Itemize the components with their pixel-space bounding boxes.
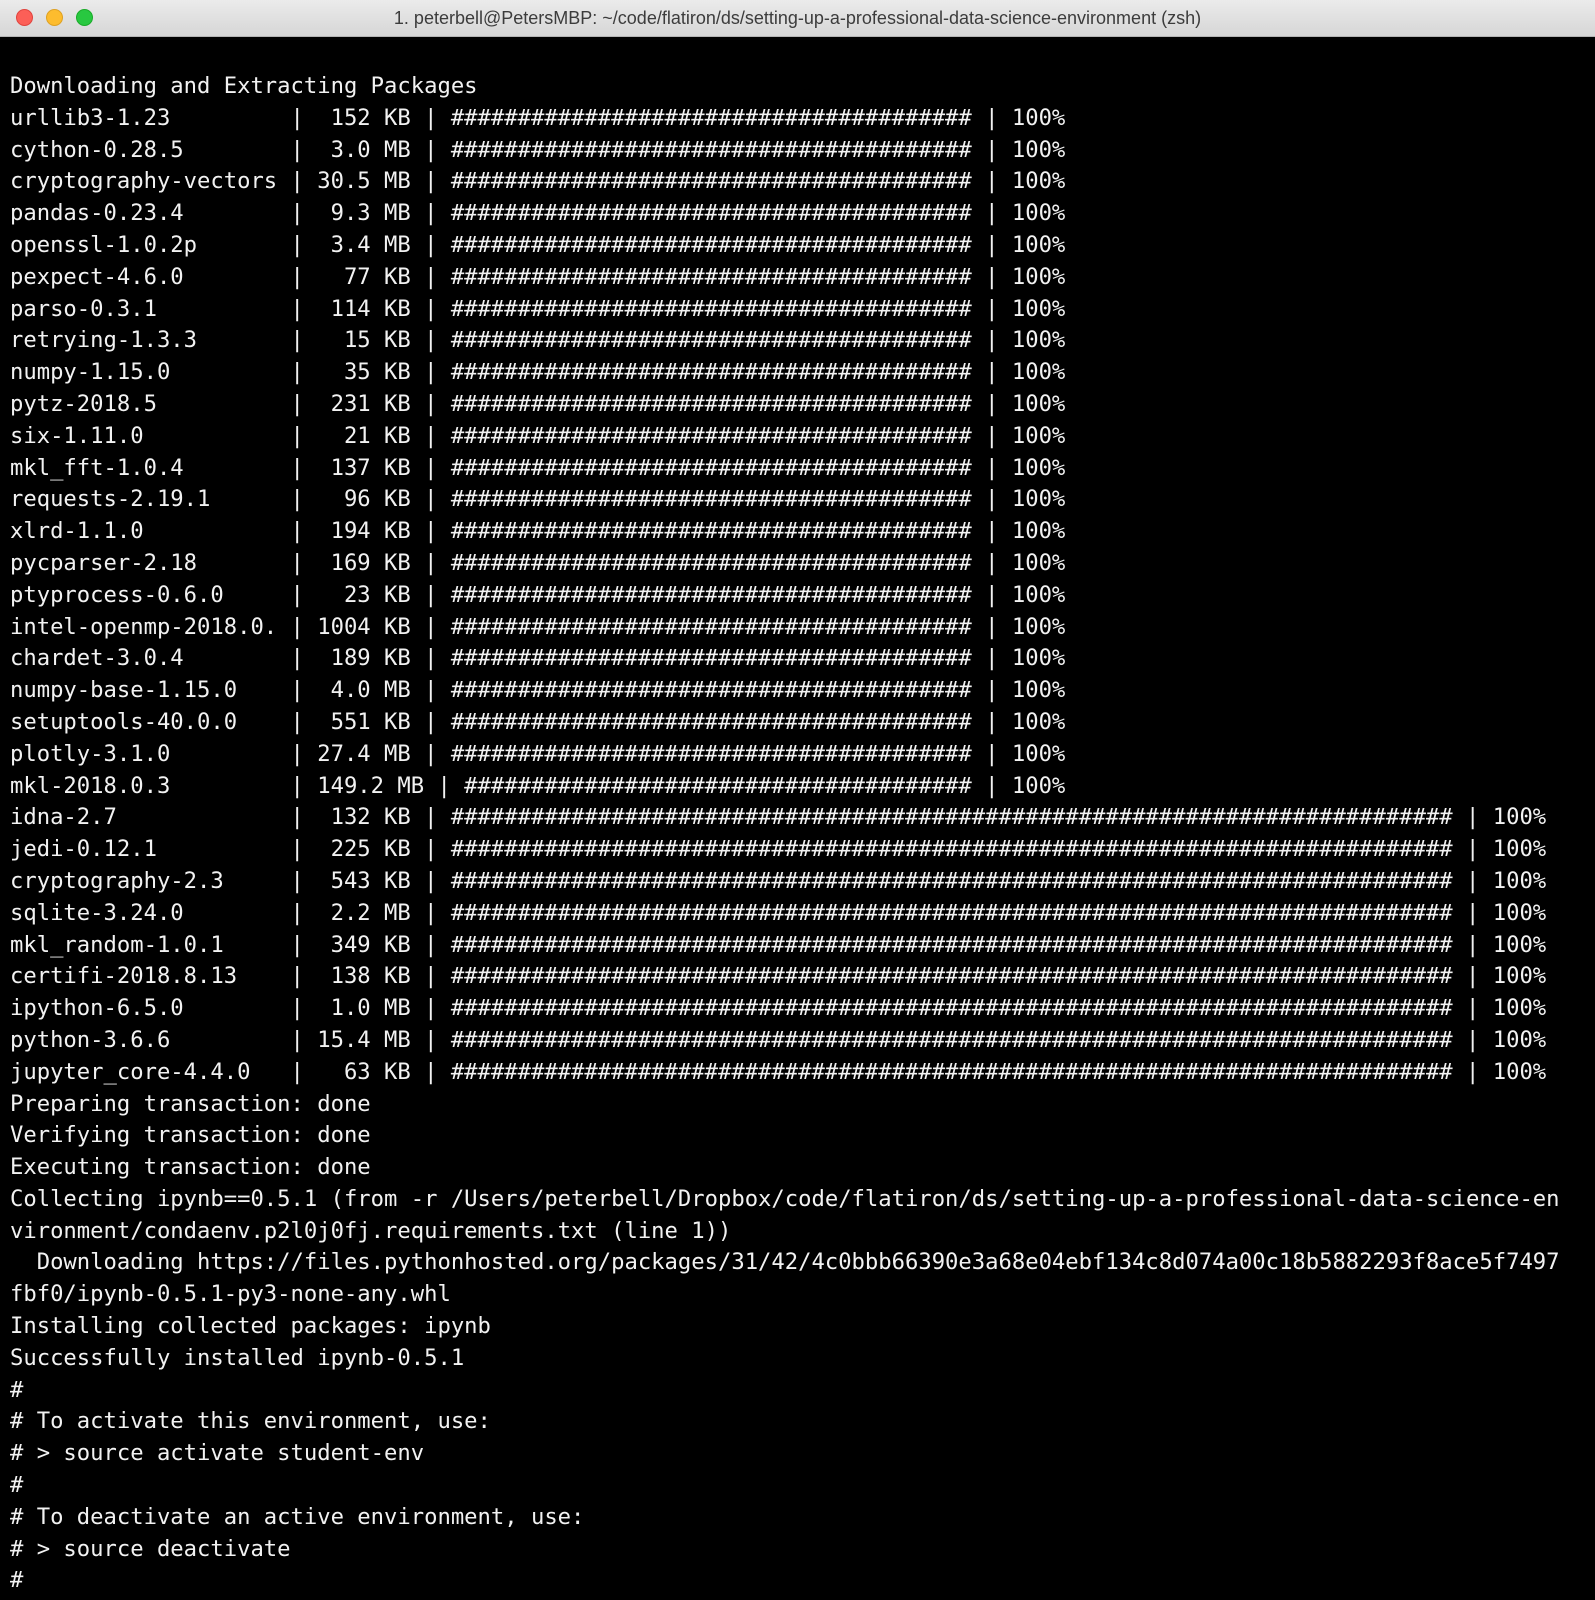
terminal-line: plotly-3.1.0 | 27.4 MB | ###############… [10, 740, 1079, 767]
terminal-line: Successfully installed ipynb-0.5.1 [10, 1344, 465, 1371]
terminal-line: cryptography-2.3 | 543 KB | ############… [10, 867, 1560, 894]
terminal-line: ipython-6.5.0 | 1.0 MB | ###############… [10, 995, 1560, 1022]
terminal-line: ptyprocess-0.6.0 | 23 KB | #############… [10, 581, 1079, 608]
terminal-line: Preparing transaction: done [10, 1090, 371, 1117]
terminal-line: Downloading and Extracting Packages [10, 73, 478, 99]
terminal-line: urllib3-1.23 | 152 KB | ################… [10, 104, 1079, 131]
terminal-line: cryptography-vectors | 30.5 MB | #######… [10, 168, 1079, 195]
terminal-line: pycparser-2.18 | 169 KB | ##############… [10, 549, 1079, 576]
terminal-line: chardet-3.0.4 | 189 KB | ###############… [10, 645, 1079, 672]
title-bar[interactable]: 1. peterbell@PetersMBP: ~/code/flatiron/… [0, 0, 1595, 37]
terminal-line: parso-0.3.1 | 114 KB | #################… [10, 295, 1079, 322]
terminal-line: mkl_random-1.0.1 | 349 KB | ############… [10, 931, 1560, 958]
terminal-line: intel-openmp-2018.0. | 1004 KB | #######… [10, 613, 1079, 640]
terminal-line: # [10, 1376, 24, 1403]
terminal-line: openssl-1.0.2p | 3.4 MB | ##############… [10, 231, 1079, 258]
terminal-line: numpy-1.15.0 | 35 KB | #################… [10, 359, 1079, 386]
terminal-line: Downloading https://files.pythonhosted.o… [10, 1249, 1560, 1276]
terminal-line: six-1.11.0 | 21 KB | ###################… [10, 422, 1079, 449]
terminal-line: certifi-2018.8.13 | 138 KB | ###########… [10, 963, 1560, 990]
terminal-line: vironment/condaenv.p2l0j0fj.requirements… [10, 1217, 732, 1244]
terminal-line: Executing transaction: done [10, 1154, 371, 1181]
terminal-line: fbf0/ipynb-0.5.1-py3-none-any.whl [10, 1281, 451, 1308]
terminal-line: pandas-0.23.4 | 9.3 MB | ###############… [10, 200, 1079, 227]
terminal-line: # To deactivate an active environment, u… [10, 1503, 585, 1530]
terminal-line: mkl_fft-1.0.4 | 137 KB | ###############… [10, 454, 1079, 481]
terminal-line: cython-0.28.5 | 3.0 MB | ###############… [10, 136, 1079, 163]
terminal-line: requests-2.19.1 | 96 KB | ##############… [10, 486, 1079, 513]
window-title: 1. peterbell@PetersMBP: ~/code/flatiron/… [393, 8, 1202, 28]
terminal-line: Verifying transaction: done [10, 1122, 371, 1149]
terminal-line: pytz-2018.5 | 231 KB | #################… [10, 390, 1079, 417]
terminal-line: setuptools-40.0.0 | 551 KB | ###########… [10, 708, 1079, 735]
terminal-line: sqlite-3.24.0 | 2.2 MB | ###############… [10, 899, 1560, 926]
terminal-line: python-3.6.6 | 15.4 MB | ###############… [10, 1026, 1560, 1053]
terminal-line: jupyter_core-4.4.0 | 63 KB | ###########… [10, 1058, 1560, 1085]
terminal-line: Collecting ipynb==0.5.1 (from -r /Users/… [10, 1185, 1560, 1212]
terminal-line: jedi-0.12.1 | 225 KB | #################… [10, 836, 1560, 863]
terminal-line: # To activate this environment, use: [10, 1408, 491, 1435]
terminal-line: # [10, 1472, 24, 1499]
terminal-output[interactable]: Downloading and Extracting Packages urlli… [0, 37, 1595, 1600]
terminal-line: # > source deactivate [10, 1535, 291, 1562]
terminal-line: Installing collected packages: ipynb [10, 1313, 491, 1340]
terminal-line: # [10, 1567, 24, 1594]
terminal-line: mkl-2018.0.3 | 149.2 MB | ##############… [10, 772, 1079, 799]
terminal-line: retrying-1.3.3 | 15 KB | ###############… [10, 327, 1079, 354]
terminal-line: pexpect-4.6.0 | 77 KB | ################… [10, 263, 1079, 290]
terminal-window: 1. peterbell@PetersMBP: ~/code/flatiron/… [0, 0, 1595, 1600]
terminal-line: # > source activate student-env [10, 1440, 425, 1467]
terminal-line: idna-2.7 | 132 KB | ####################… [10, 804, 1560, 831]
terminal-line: xlrd-1.1.0 | 194 KB | ##################… [10, 518, 1079, 545]
terminal-line: numpy-base-1.15.0 | 4.0 MB | ###########… [10, 677, 1079, 704]
